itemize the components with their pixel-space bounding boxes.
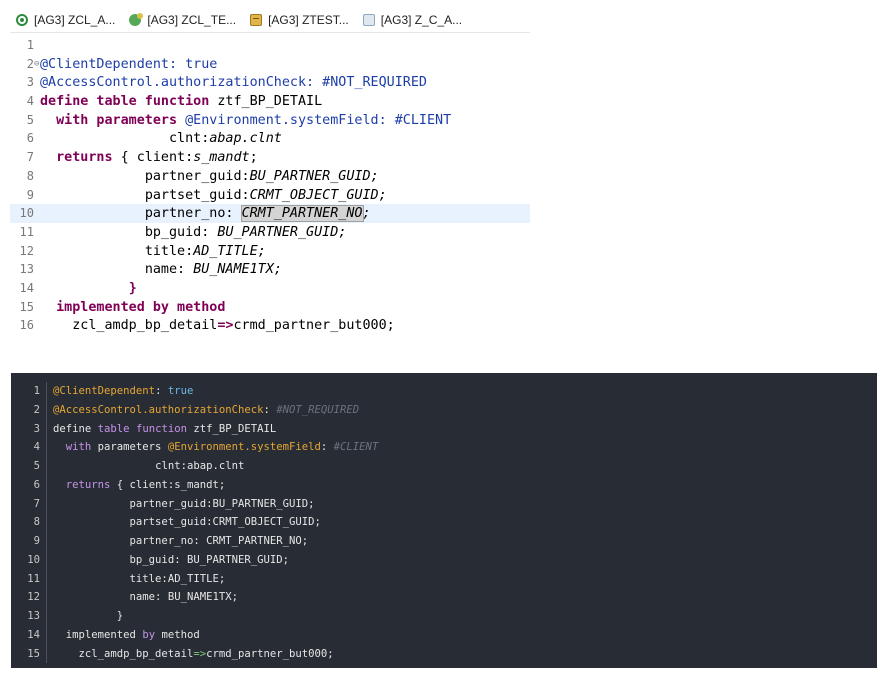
code-line: 12 title:AD_TITLE; (10, 242, 530, 261)
code-line: 3 @AccessControl.authorizationCheck: #NOT… (10, 73, 530, 92)
line-number: 4 (26, 94, 34, 109)
line-number: 8 (26, 168, 34, 183)
line-number: 13 (11, 607, 47, 626)
code-line: 14 } (10, 279, 530, 298)
line-number: 12 (19, 243, 34, 258)
editor-tab-1[interactable]: [AG3] ZCL_A... (10, 8, 123, 32)
line-number: 1 (26, 38, 34, 52)
line-number: 7 (11, 494, 47, 514)
class-icon (129, 13, 144, 26)
line-number: 8 (11, 513, 47, 532)
line-number: 6 (11, 475, 47, 495)
code-line: 15 implemented by method (10, 298, 530, 317)
tab-label: [AG3] ZCL_A... (34, 13, 116, 27)
current-line-highlight: 10 partner_no: CRMT_PARTNER_NO; (10, 204, 530, 223)
code-line: 15 zcl_amdp_bp_detail=>crmd_partner_but0… (11, 644, 877, 664)
editor-tab-4[interactable]: [AG3] Z_C_A... (357, 8, 470, 32)
line-number: 3 (11, 419, 47, 439)
line-number: 10 (19, 206, 34, 221)
line-number: 5 (26, 112, 34, 127)
line-number: 15 (11, 644, 47, 664)
code-line: 9 partner_no: CRMT_PARTNER_NO; (11, 532, 877, 551)
code-line: 7 partner_guid:BU_PARTNER_GUID; (11, 494, 877, 514)
tab-label: [AG3] ZTEST... (268, 13, 349, 27)
code-line: 1 @ClientDependent: true (11, 382, 877, 401)
ddl-icon (362, 14, 375, 26)
code-line: 4 define table function ztf_BP_DETAIL (10, 92, 530, 111)
eclipse-editor: [AG3] ZCL_A... [AG3] ZCL_TE... [AG3] ZTE… (10, 8, 530, 335)
line-number: 2 (11, 400, 47, 420)
code-line: 5 clnt:abap.clnt (11, 457, 877, 476)
code-line: 3 define table function ztf_BP_DETAIL (11, 419, 877, 439)
line-number: 9 (11, 532, 47, 551)
line-number: 10 (11, 550, 47, 570)
code-line: 5 with parameters @Environment.systemFie… (10, 111, 530, 130)
code-line: 6 returns { client:s_mandt; (11, 475, 877, 495)
line-number: 4 (11, 438, 47, 457)
editor-tab-3[interactable]: [AG3] ZTEST... (244, 8, 357, 32)
code-line: 10 bp_guid: BU_PARTNER_GUID; (11, 550, 877, 570)
fold-collapse-icon[interactable]: ⊖ (34, 55, 39, 74)
tab-label: [AG3] Z_C_A... (380, 13, 463, 27)
line-number: 12 (11, 588, 47, 607)
line-number: 3 (26, 75, 34, 90)
code-line: 13 name: BU_NAME1TX; (10, 260, 530, 279)
code-line: 11 bp_guid: BU_PARTNER_GUID; (10, 223, 530, 242)
line-number: 6 (26, 131, 34, 146)
line-number: 1 (11, 382, 47, 401)
line-number: 7 (26, 150, 34, 165)
code-line: 12 name: BU_NAME1TX; (11, 588, 877, 607)
code-line: 2 ⊖ @ClientDependent: true (10, 55, 530, 74)
line-number: 15 (19, 299, 34, 314)
code-line: 9 partset_guid:CRMT_OBJECT_GUID; (10, 186, 530, 205)
code-line: 8 partner_guid:BU_PARTNER_GUID; (10, 167, 530, 186)
line-number: 14 (11, 625, 47, 645)
editor-tab-2[interactable]: [AG3] ZCL_TE... (123, 8, 244, 32)
code-line: 6 clnt:abap.clnt (10, 129, 530, 148)
code-line: 7 returns { client:s_mandt; (10, 148, 530, 167)
class-run-icon (16, 14, 28, 26)
code-line: 4 with parameters @Environment.systemFie… (11, 438, 877, 457)
code-line: 2 @AccessControl.authorizationCheck: #NOT… (11, 400, 877, 420)
line-number: 16 (19, 318, 34, 333)
line-number: 9 (26, 187, 34, 202)
selected-occurrence: CRMT_PARTNER_NO (240, 205, 364, 223)
code-line: 11 title:AD_TITLE; (11, 569, 877, 589)
line-number: 13 (19, 262, 34, 277)
code-line: 16 zcl_amdp_bp_detail=>crmd_partner_but0… (10, 316, 530, 335)
line-number: 11 (19, 224, 34, 239)
tab-label: [AG3] ZCL_TE... (147, 13, 237, 27)
line-number: 5 (11, 457, 47, 476)
editor-tab-bar: [AG3] ZCL_A... [AG3] ZCL_TE... [AG3] ZTE… (10, 8, 530, 33)
line-number: 11 (11, 569, 47, 589)
program-icon (250, 14, 263, 26)
line-number: 14 (19, 280, 34, 295)
code-area[interactable]: 1 2 ⊖ @ClientDependent: true 3 @AccessContr… (10, 36, 530, 335)
code-line: 14 implemented by method (11, 625, 877, 645)
code-line: 13 } (11, 607, 877, 626)
dark-code-block: 1 @ClientDependent: true 2 @AccessControl.… (11, 373, 877, 668)
code-line: 8 partset_guid:CRMT_OBJECT_GUID; (11, 513, 877, 532)
code-line: 1 (10, 36, 530, 55)
